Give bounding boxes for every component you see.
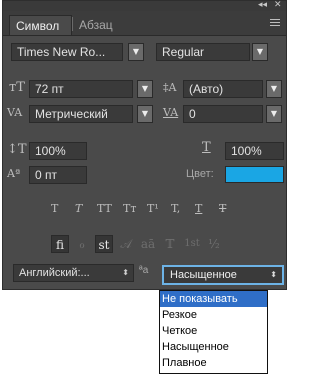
faux-bold-button[interactable]: T bbox=[51, 202, 58, 215]
panel-menu-icon[interactable] bbox=[270, 19, 280, 28]
panel-titlebar: ◂◂ ✕ bbox=[3, 0, 286, 11]
tracking-field[interactable]: 0 bbox=[183, 105, 263, 123]
font-size-icon: ᴛT bbox=[9, 80, 25, 95]
fractions-button[interactable]: ½ bbox=[205, 235, 223, 253]
language-select[interactable]: Английский:... ⬍ bbox=[13, 264, 134, 282]
faux-italic-button[interactable]: T bbox=[75, 202, 82, 215]
tab-bar: Символ Абзац bbox=[3, 11, 286, 36]
language-value: Английский:... bbox=[19, 267, 90, 279]
contextual-alternates-button[interactable]: st bbox=[95, 235, 113, 253]
titling-alternates-button[interactable]: 𝕋 bbox=[161, 235, 179, 253]
antialias-select[interactable]: Насыщенное ⬍ bbox=[162, 265, 284, 285]
underline-button[interactable]: T bbox=[195, 202, 202, 215]
font-family-field[interactable]: Times New Ro... bbox=[11, 43, 123, 61]
horizontal-scale-field[interactable]: 100% bbox=[225, 142, 284, 160]
font-style-dropdown-icon[interactable]: ▼ bbox=[252, 43, 268, 61]
kerning-icon: VA bbox=[7, 106, 23, 119]
antialias-option-smooth[interactable]: Плавное bbox=[160, 355, 267, 371]
antialias-option-none[interactable]: Не показывать bbox=[160, 291, 267, 307]
character-panel: ◂◂ ✕ Символ Абзац Times New Ro... ▼ Regu… bbox=[2, 0, 287, 290]
swash-button[interactable]: 𝒜 bbox=[117, 235, 135, 253]
antialias-option-strong[interactable]: Насыщенное bbox=[160, 339, 267, 355]
superscript-button[interactable]: T¹ bbox=[147, 202, 159, 215]
antialias-option-sharp[interactable]: Резкое bbox=[160, 307, 267, 323]
kerning-dropdown-icon[interactable]: ▼ bbox=[137, 105, 153, 123]
chevron-updown-icon: ⬍ bbox=[122, 268, 129, 277]
tracking-icon: VA bbox=[163, 106, 179, 119]
color-swatch[interactable] bbox=[225, 166, 284, 183]
vertical-scale-icon: ↕T bbox=[7, 142, 27, 157]
subscript-button[interactable]: T, bbox=[171, 202, 180, 215]
discretionary-ligatures-button[interactable]: ℴ bbox=[73, 235, 91, 253]
leading-icon: ‡A bbox=[163, 81, 177, 94]
ordinals-button[interactable]: 1st bbox=[183, 235, 201, 253]
tab-character[interactable]: Символ bbox=[9, 15, 72, 35]
small-caps-button[interactable]: Tт bbox=[123, 202, 136, 215]
horizontal-scale-icon: T bbox=[202, 140, 211, 155]
tracking-dropdown-icon[interactable]: ▼ bbox=[266, 105, 282, 123]
leading-dropdown-icon[interactable]: ▼ bbox=[266, 80, 282, 98]
all-caps-button[interactable]: TT bbox=[97, 202, 112, 215]
antialias-option-crisp[interactable]: Четкое bbox=[160, 323, 267, 339]
tab-paragraph[interactable]: Абзац bbox=[73, 15, 119, 35]
ligatures-button[interactable]: fi bbox=[51, 235, 69, 253]
collapse-icon[interactable]: ◂◂ bbox=[258, 0, 267, 10]
font-size-dropdown-icon[interactable]: ▼ bbox=[137, 80, 153, 98]
font-family-dropdown-icon[interactable]: ▼ bbox=[128, 43, 144, 61]
kerning-field[interactable]: Метрический bbox=[29, 105, 133, 123]
strikethrough-button[interactable]: T bbox=[219, 202, 226, 215]
vertical-scale-field[interactable]: 100% bbox=[29, 142, 87, 160]
leading-field[interactable]: (Авто) bbox=[183, 80, 263, 98]
color-label: Цвет: bbox=[186, 168, 214, 180]
antialias-icon: ªa bbox=[139, 265, 149, 276]
font-style-field[interactable]: Regular bbox=[156, 43, 250, 61]
close-icon[interactable]: ✕ bbox=[274, 0, 282, 10]
chevron-updown-icon: ⬍ bbox=[270, 270, 277, 279]
baseline-shift-field[interactable]: 0 пт bbox=[29, 166, 87, 184]
font-size-field[interactable]: 72 пт bbox=[29, 80, 133, 98]
antialias-value: Насыщенное bbox=[170, 269, 237, 281]
antialias-dropdown-list: Не показывать Резкое Четкое Насыщенное П… bbox=[159, 290, 268, 374]
baseline-shift-icon: Aª bbox=[7, 167, 21, 180]
stylistic-alternates-button[interactable]: aā bbox=[139, 235, 157, 253]
